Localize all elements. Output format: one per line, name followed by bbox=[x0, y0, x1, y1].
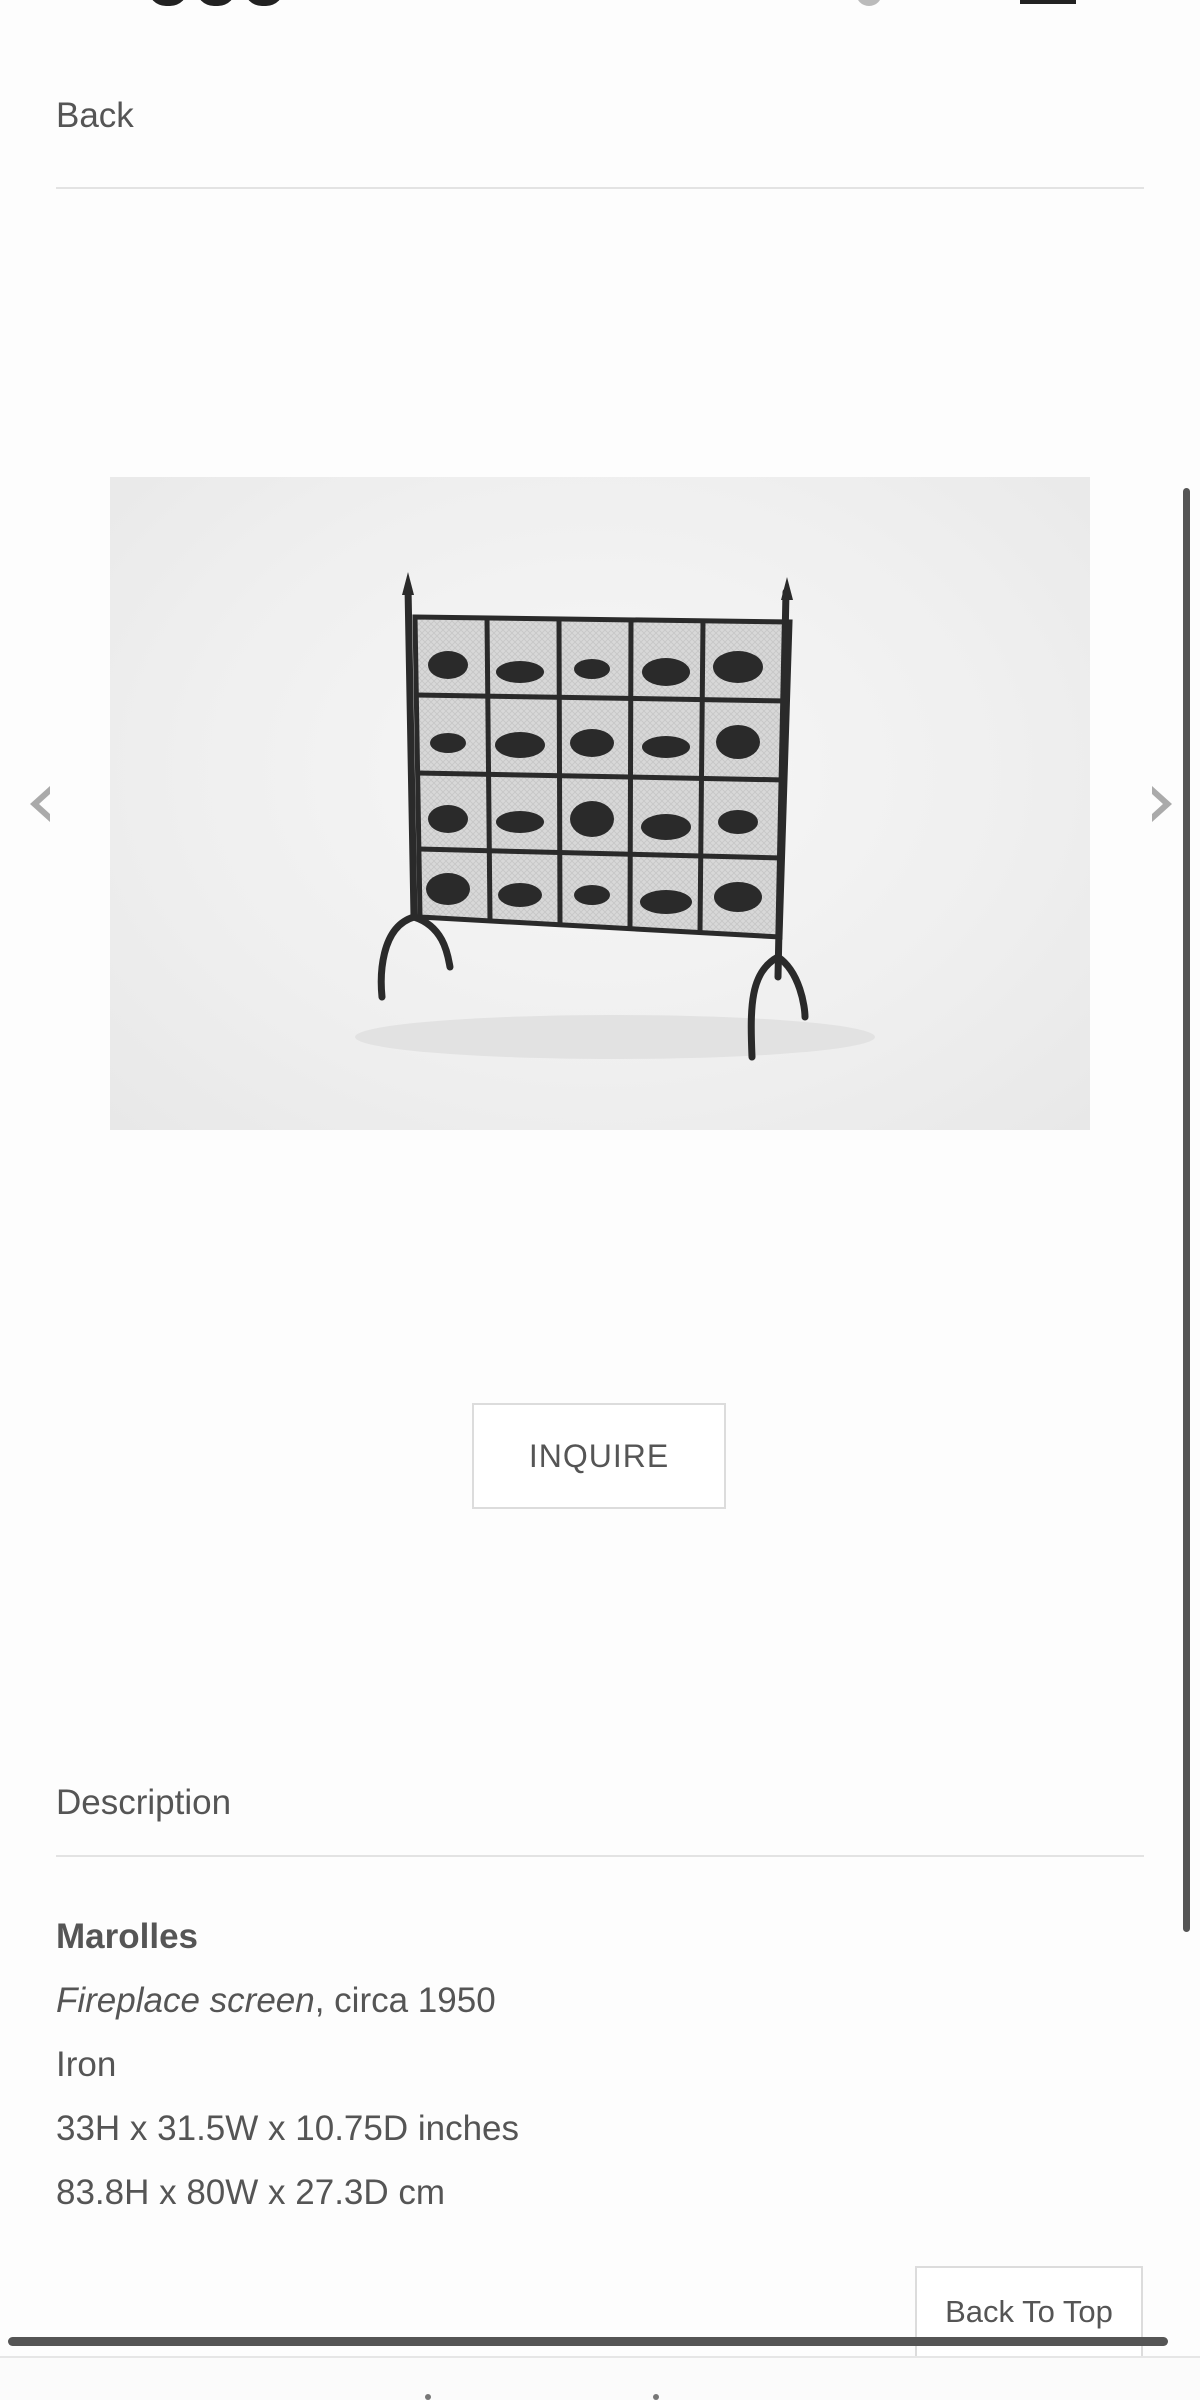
toolbar-indicator bbox=[653, 2394, 659, 2400]
bottom-toolbar bbox=[0, 2356, 1200, 2400]
back-link[interactable]: Back bbox=[56, 96, 134, 136]
chevron-left-icon bbox=[30, 786, 50, 822]
gallery-next-button[interactable] bbox=[1142, 780, 1182, 828]
horizontal-scrollbar[interactable] bbox=[8, 2337, 1168, 2346]
artist-name: Marolles bbox=[56, 1917, 198, 1956]
work-title-line: Fireplace screen, circa 1950 bbox=[56, 1981, 496, 2021]
material: Iron bbox=[56, 2045, 117, 2084]
menu-icon[interactable] bbox=[1020, 0, 1076, 4]
vertical-scrollbar[interactable] bbox=[1183, 488, 1190, 1932]
logo-fragment bbox=[148, 0, 188, 6]
toolbar-indicator bbox=[425, 2394, 431, 2400]
logo-fragment bbox=[244, 0, 284, 6]
logo-fragment bbox=[196, 0, 236, 6]
product-image bbox=[110, 477, 1090, 1130]
header-remnant bbox=[0, 0, 1200, 12]
divider bbox=[56, 1855, 1144, 1857]
search-icon[interactable] bbox=[856, 0, 882, 6]
page: Back INQUIRE Description Marolles Firepl… bbox=[0, 0, 1200, 2400]
dimensions-cm: 83.8H x 80W x 27.3D cm bbox=[56, 2173, 446, 2212]
description-heading: Description bbox=[56, 1783, 232, 1822]
work-date: , circa 1950 bbox=[314, 1981, 496, 2020]
gallery-prev-button[interactable] bbox=[20, 780, 60, 828]
inquire-button[interactable]: INQUIRE bbox=[472, 1403, 726, 1509]
work-title: Fireplace screen bbox=[56, 1981, 315, 2020]
fireplace-screen-illustration bbox=[355, 572, 875, 1061]
dimensions-inches: 33H x 31.5W x 10.75D inches bbox=[56, 2109, 520, 2148]
divider bbox=[56, 187, 1144, 189]
chevron-right-icon bbox=[1152, 786, 1172, 822]
